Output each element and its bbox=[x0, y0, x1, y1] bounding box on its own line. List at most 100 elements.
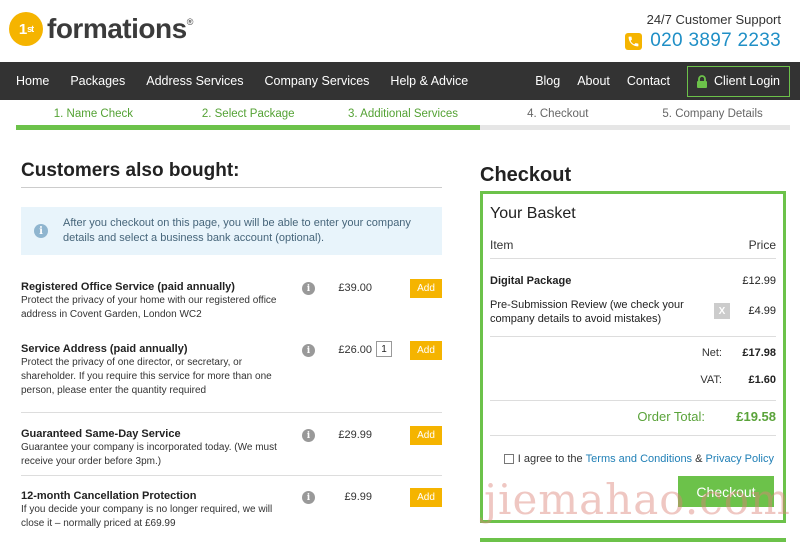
nav-contact[interactable]: Contact bbox=[627, 74, 670, 88]
nav-blog[interactable]: Blog bbox=[535, 74, 560, 88]
upsell-section: Customers also bought: i After you check… bbox=[21, 160, 442, 529]
step-name-check[interactable]: 1. Name Check bbox=[16, 104, 171, 130]
checkout-button[interactable]: Checkout bbox=[678, 476, 774, 507]
net-label: Net: bbox=[701, 347, 722, 359]
basket-item: Pre-Submission Review (we check your com… bbox=[490, 298, 776, 326]
privacy-link[interactable]: Privacy Policy bbox=[706, 453, 774, 465]
service-same-day: Guaranteed Same-Day Service Guarantee yo… bbox=[21, 426, 442, 469]
item-price: £12.99 bbox=[742, 275, 776, 287]
step-additional-services[interactable]: 3. Additional Services bbox=[325, 104, 481, 130]
checkout-section: Checkout Your Basket Item Price Digital … bbox=[480, 164, 786, 523]
divider bbox=[490, 435, 776, 436]
checkout-title: Checkout bbox=[480, 164, 572, 186]
customer-support: 24/7 Customer Support 020 3897 2233 bbox=[625, 12, 781, 52]
main-nav: Home Packages Address Services Company S… bbox=[0, 62, 800, 100]
service-desc: Protect the privacy of your home with ou… bbox=[21, 295, 277, 320]
nav-packages[interactable]: Packages bbox=[70, 74, 125, 88]
step-bar bbox=[635, 125, 790, 130]
logo-badge-suffix: st bbox=[27, 24, 34, 34]
client-login-button[interactable]: Client Login bbox=[686, 65, 790, 97]
service-service-address: Service Address (paid annually) Protect … bbox=[21, 341, 442, 398]
info-icon[interactable]: i bbox=[302, 491, 315, 504]
step-company-details: 5. Company Details bbox=[635, 104, 790, 130]
service-desc: Guarantee your company is incorporated t… bbox=[21, 442, 277, 467]
service-registered-office: Registered Office Service (paid annually… bbox=[21, 279, 442, 322]
service-price: £39.00 bbox=[338, 282, 372, 294]
checkout-progress: 1. Name Check 2. Select Package 3. Addit… bbox=[16, 104, 790, 130]
item-name: Pre-Submission Review (we check your com… bbox=[490, 299, 684, 325]
service-name: Guaranteed Same-Day Service bbox=[21, 428, 181, 440]
logo-text: formations® bbox=[47, 13, 193, 45]
service-desc: If you decide your company is no longer … bbox=[21, 504, 273, 529]
remove-item-button[interactable]: X bbox=[714, 303, 730, 319]
divider bbox=[21, 475, 442, 476]
phone-number[interactable]: 020 3897 2233 bbox=[650, 30, 781, 52]
nav-home[interactable]: Home bbox=[16, 74, 49, 88]
step-select-package[interactable]: 2. Select Package bbox=[170, 104, 326, 130]
item-price: £4.99 bbox=[748, 305, 776, 317]
upsell-title: Customers also bought: bbox=[21, 160, 442, 188]
basket-item: Digital Package £12.99 bbox=[490, 275, 776, 287]
add-service-address-button[interactable]: Add bbox=[410, 341, 442, 360]
terms-agreement: I agree to the Terms and Conditions & Pr… bbox=[503, 453, 774, 465]
info-icon: i bbox=[34, 224, 48, 238]
agree-prefix: I agree to the bbox=[517, 453, 583, 465]
service-cancellation-protection: 12-month Cancellation Protection If you … bbox=[21, 488, 442, 531]
nav-left: Home Packages Address Services Company S… bbox=[16, 62, 468, 100]
step-label: 4. Checkout bbox=[527, 108, 589, 120]
step-label: 2. Select Package bbox=[201, 108, 295, 120]
service-name: 12-month Cancellation Protection bbox=[21, 490, 197, 502]
info-icon[interactable]: i bbox=[302, 282, 315, 295]
col-price-header: Price bbox=[748, 238, 776, 252]
info-text: After you checkout on this page, you wil… bbox=[63, 217, 411, 244]
service-desc: Protect the privacy of one director, or … bbox=[21, 357, 272, 396]
info-box: i After you checkout on this page, you w… bbox=[21, 207, 442, 255]
client-login-label: Client Login bbox=[713, 74, 780, 88]
basket-header: Item Price bbox=[490, 238, 776, 252]
terms-checkbox[interactable] bbox=[503, 454, 514, 464]
col-item-header: Item bbox=[490, 238, 514, 252]
step-bar bbox=[16, 125, 171, 130]
support-label: 24/7 Customer Support bbox=[646, 12, 781, 27]
step-label: 3. Additional Services bbox=[348, 108, 458, 120]
logo-badge: 1st bbox=[9, 12, 43, 46]
site-header: 1st formations® 24/7 Customer Support 02… bbox=[0, 0, 800, 62]
divider bbox=[490, 400, 776, 401]
basket-panel: Your Basket Item Price Digital Package £… bbox=[480, 191, 786, 523]
logo-badge-number: 1 bbox=[18, 20, 27, 38]
item-name: Digital Package bbox=[490, 275, 572, 287]
step-bar bbox=[325, 125, 481, 130]
info-icon[interactable]: i bbox=[302, 429, 315, 442]
step-label: 1. Name Check bbox=[53, 108, 134, 120]
support-phone-row[interactable]: 020 3897 2233 bbox=[625, 30, 781, 52]
service-name: Registered Office Service (paid annually… bbox=[21, 281, 235, 293]
nav-about[interactable]: About bbox=[577, 74, 610, 88]
nav-address-services[interactable]: Address Services bbox=[146, 74, 243, 88]
service-price: £26.00 bbox=[338, 344, 372, 356]
phone-icon bbox=[625, 32, 643, 50]
add-cancellation-protection-button[interactable]: Add bbox=[410, 488, 442, 507]
vat-label: VAT: bbox=[700, 374, 722, 386]
step-label: 5. Company Details bbox=[662, 108, 763, 120]
step-checkout: 4. Checkout bbox=[480, 104, 636, 130]
net-value: £17.98 bbox=[742, 347, 776, 359]
quantity-input[interactable]: 1 bbox=[376, 341, 392, 357]
order-total-value: £19.58 bbox=[736, 409, 776, 424]
add-registered-office-button[interactable]: Add bbox=[410, 279, 442, 298]
basket-title: Your Basket bbox=[490, 205, 576, 222]
nav-company-services[interactable]: Company Services bbox=[265, 74, 370, 88]
next-panel-edge bbox=[480, 538, 786, 542]
divider bbox=[490, 258, 776, 259]
step-bar bbox=[170, 125, 326, 130]
order-total-label: Order Total: bbox=[637, 409, 705, 424]
agree-amp: & bbox=[695, 453, 703, 465]
divider bbox=[490, 336, 776, 337]
info-icon[interactable]: i bbox=[302, 344, 315, 357]
terms-link[interactable]: Terms and Conditions bbox=[586, 453, 692, 465]
logo-wordmark: formations bbox=[47, 13, 187, 44]
add-same-day-button[interactable]: Add bbox=[410, 426, 442, 445]
site-logo[interactable]: 1st formations® bbox=[9, 12, 193, 46]
nav-help-advice[interactable]: Help & Advice bbox=[390, 74, 468, 88]
step-bar bbox=[480, 125, 636, 130]
nav-right: Blog About Contact Client Login bbox=[535, 62, 790, 100]
